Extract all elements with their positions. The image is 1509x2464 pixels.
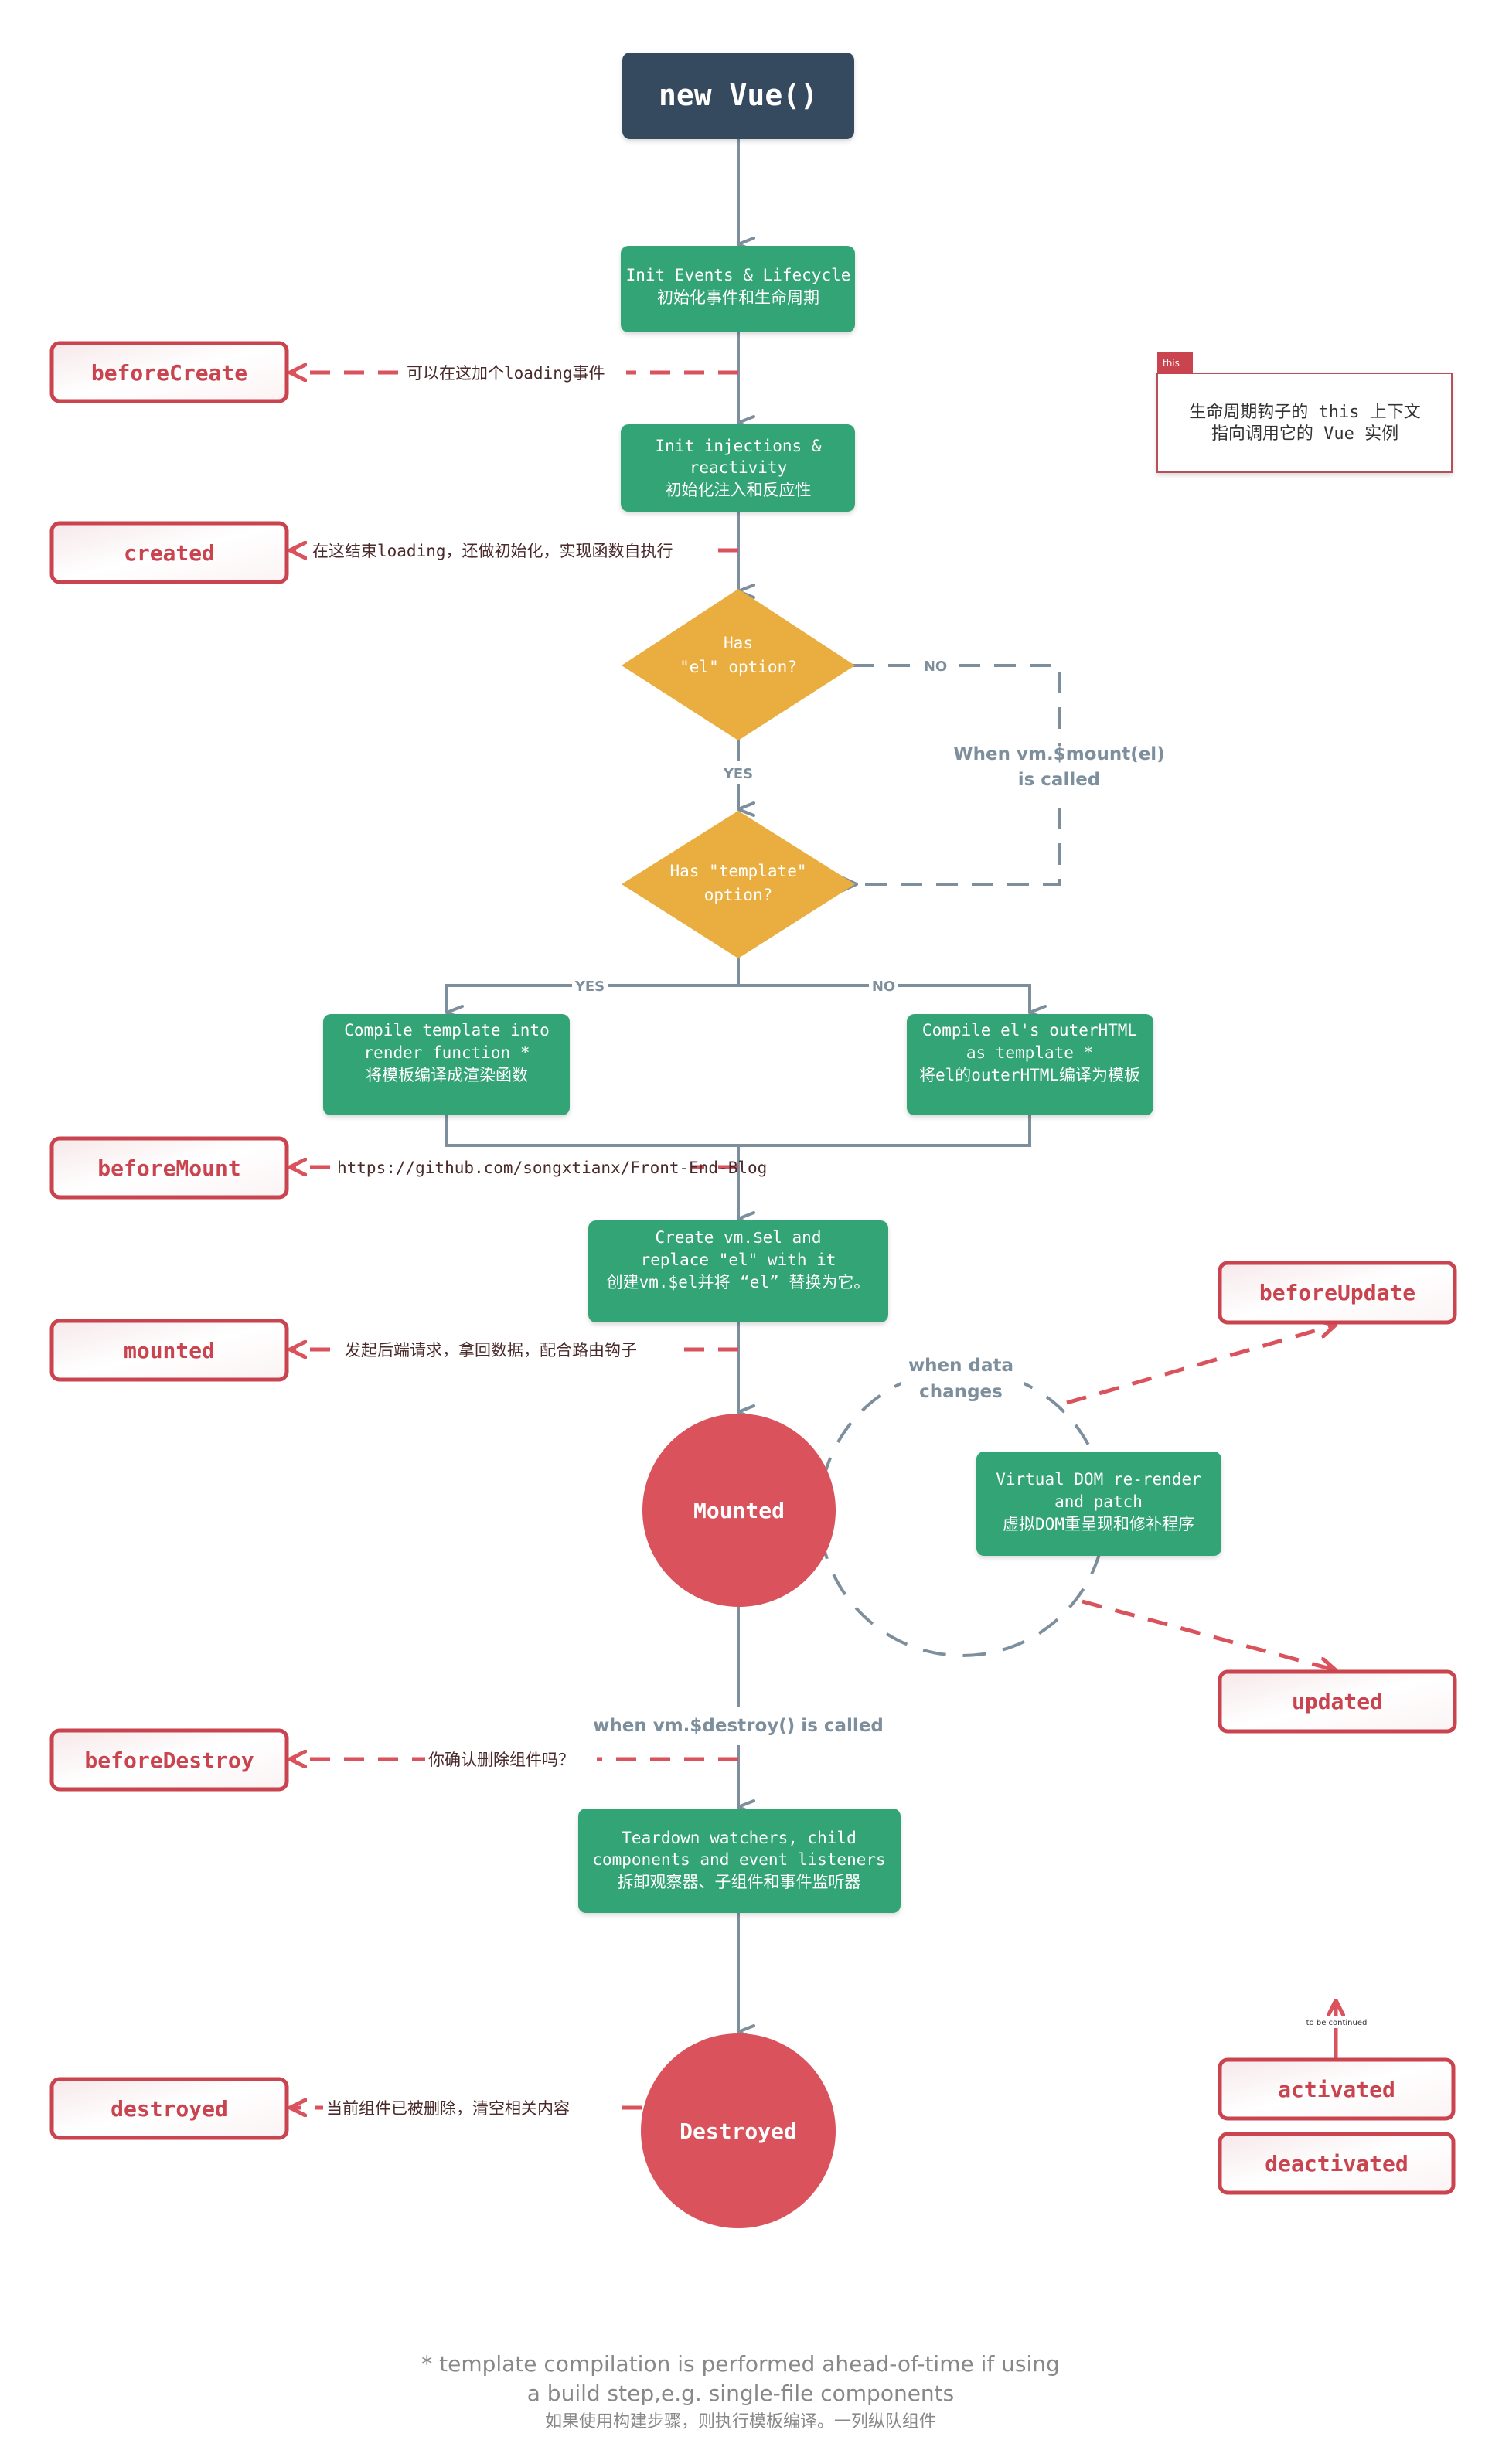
step-compile-template-zh: 将模板编译成渲染函数 — [366, 1066, 528, 1084]
step-vdom-en2: and patch — [1054, 1492, 1143, 1511]
step-teardown-en2: components and event listeners — [592, 1850, 885, 1869]
note-before-mount: https://github.com/songxtianx/Front-End-… — [337, 1159, 767, 1177]
note-before-destroy: 你确认删除组件吗？ — [428, 1751, 574, 1769]
hook-updated[interactable]: updated — [1218, 1669, 1457, 1734]
footer-line1: * template compilation is performed ahea… — [421, 2351, 1060, 2377]
label-mount-called-1: When vm.$mount(el) — [953, 744, 1164, 764]
step-create-el-en1: Create vm.$el and — [656, 1228, 822, 1247]
this-note-tag: this — [1163, 358, 1180, 369]
this-note-line2: 指向调用它的 Vue 实例 — [1211, 424, 1398, 444]
step-init-injections-en1: Init injections & — [656, 437, 822, 455]
hook-mounted[interactable]: mounted — [49, 1319, 289, 1382]
label-el-no: NO — [924, 659, 947, 675]
hook-before-mount[interactable]: beforeMount — [49, 1136, 289, 1200]
start-node: new Vue() — [622, 53, 854, 139]
note-destroyed: 当前组件已被删除，清空相关内容 — [326, 2099, 570, 2118]
hook-destroyed-label: destroyed — [111, 2096, 228, 2122]
hook-before-create-label: beforeCreate — [91, 360, 247, 386]
hook-before-update-label: beforeUpdate — [1259, 1280, 1415, 1305]
hook-updated-label: updated — [1292, 1689, 1383, 1714]
step-teardown-en1: Teardown watchers, child — [622, 1829, 856, 1847]
step-teardown-zh: 拆卸观察器、子组件和事件监听器 — [618, 1873, 861, 1891]
hook-destroyed[interactable]: destroyed — [49, 2077, 289, 2140]
step-vdom-en1: Virtual DOM re-render — [996, 1470, 1201, 1489]
hook-before-destroy[interactable]: beforeDestroy — [49, 1728, 289, 1792]
note-before-create: 可以在这加个loading事件 — [407, 364, 605, 383]
decision-has-template-line1: Has "template" — [669, 862, 806, 880]
lifecycle-diagram: new Vue() Init Events & Lifecycle 初始化事件和… — [49, 53, 1457, 2432]
note-activated: to be continued — [1306, 2019, 1368, 2027]
label-data-changes-1: when data — [908, 1356, 1013, 1376]
label-template-no: NO — [872, 978, 895, 995]
step-init-events-en: Init Events & Lifecycle — [626, 266, 851, 284]
hook-before-destroy-label: beforeDestroy — [84, 1748, 254, 1773]
hook-edge-updated — [1082, 1599, 1336, 1670]
label-mount-called-2: is called — [1018, 770, 1101, 790]
decision-has-template-line2: option? — [704, 886, 773, 904]
state-destroyed-label: Destroyed — [680, 2119, 797, 2144]
edge-join — [445, 1115, 1031, 1147]
step-compile-template-en2: render function * — [364, 1043, 530, 1062]
hook-activated[interactable]: activated — [1218, 2057, 1456, 2121]
step-compile-template: Compile template into render function * … — [323, 1014, 570, 1115]
hook-deactivated-label: deactivated — [1265, 2151, 1408, 2176]
step-teardown: Teardown watchers, child components and … — [578, 1809, 901, 1913]
step-init-events: Init Events & Lifecycle 初始化事件和生命周期 — [621, 246, 855, 332]
step-compile-el-en1: Compile el's outerHTML — [922, 1021, 1137, 1040]
hook-mounted-label: mounted — [124, 1338, 215, 1363]
state-mounted: Mounted — [642, 1414, 836, 1607]
step-vdom-zh: 虚拟DOM重呈现和修补程序 — [1003, 1515, 1194, 1533]
this-context-note: this 生命周期钩子的 this 上下文 指向调用它的 Vue 实例 — [1156, 352, 1453, 473]
note-created: 在这结束loading，还做初始化，实现函数自执行 — [312, 542, 673, 560]
start-node-label: new Vue() — [659, 78, 818, 112]
step-compile-el: Compile el's outerHTML as template * 将el… — [907, 1014, 1153, 1115]
hook-activated-label: activated — [1278, 2077, 1395, 2102]
decision-has-el-line1: Has — [724, 634, 753, 652]
step-init-injections-en2: reactivity — [690, 458, 787, 477]
label-template-yes: YES — [574, 978, 605, 995]
label-destroy-called: when vm.$destroy() is called — [593, 1716, 884, 1736]
hook-before-mount-label: beforeMount — [97, 1155, 240, 1181]
hook-created[interactable]: created — [49, 521, 289, 584]
step-create-el-en2: replace "el" with it — [641, 1251, 836, 1269]
step-create-el-zh: 创建vm.$el并将 “el” 替换为它。 — [607, 1273, 870, 1292]
step-init-injections-zh: 初始化注入和反应性 — [666, 481, 812, 499]
step-init-injections: Init injections & reactivity 初始化注入和反应性 — [621, 424, 855, 512]
hook-deactivated[interactable]: deactivated — [1218, 2132, 1456, 2195]
hook-before-create[interactable]: beforeCreate — [49, 341, 289, 403]
edge-mount-called-to-template — [839, 808, 1061, 893]
decision-has-template: Has "template" option? — [622, 811, 855, 958]
edge-has-el-no-b — [959, 664, 1061, 746]
hook-created-label: created — [124, 540, 215, 566]
step-vdom-patch: Virtual DOM re-render and patch 虚拟DOM重呈现… — [976, 1452, 1221, 1556]
hook-edge-before-update — [1066, 1325, 1336, 1405]
hook-before-update[interactable]: beforeUpdate — [1218, 1261, 1457, 1325]
note-mounted: 发起后端请求，拿回数据，配合路由钩子 — [345, 1341, 637, 1360]
step-compile-el-en2: as template * — [966, 1043, 1093, 1062]
step-create-el: Create vm.$el and replace "el" with it 创… — [588, 1220, 888, 1322]
state-mounted-label: Mounted — [693, 1498, 785, 1523]
step-init-events-zh: 初始化事件和生命周期 — [657, 288, 819, 307]
state-destroyed: Destroyed — [641, 2033, 836, 2228]
footer-line2: a build step,e.g. single-file components — [527, 2381, 955, 2406]
label-el-yes: YES — [723, 766, 753, 782]
footer-note: * template compilation is performed ahea… — [421, 2351, 1060, 2432]
decision-has-el-line2: "el" option? — [680, 658, 797, 676]
step-compile-template-en1: Compile template into — [344, 1021, 550, 1040]
footer-line3: 如果使用构建步骤，则执行模板编译。一列纵队组件 — [545, 2412, 936, 2432]
this-note-line1: 生命周期钩子的 this 上下文 — [1189, 403, 1420, 422]
step-compile-el-zh: 将el的outerHTML编译为模板 — [919, 1066, 1140, 1084]
decision-has-el: Has "el" option? — [622, 589, 855, 740]
label-data-changes-2: changes — [919, 1382, 1003, 1402]
